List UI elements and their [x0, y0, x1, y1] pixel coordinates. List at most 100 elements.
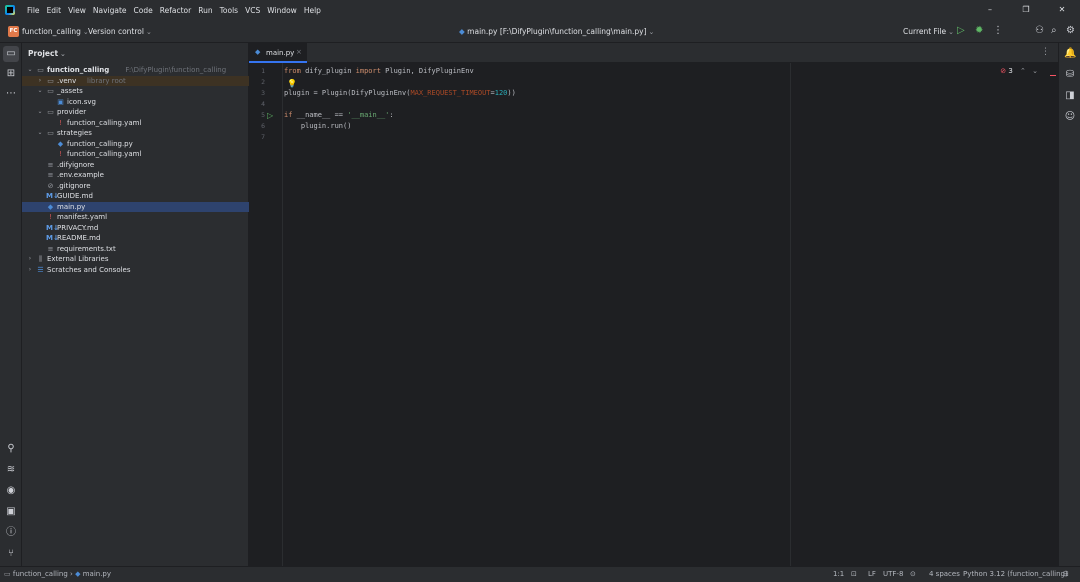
tree-item[interactable]: ! manifest.yaml: [22, 212, 249, 223]
git-icon[interactable]: ⑂: [5, 548, 17, 560]
menu-tools[interactable]: Tools: [220, 6, 238, 15]
read-only-toggle-icon[interactable]: ⊡: [851, 570, 857, 578]
more-actions-icon[interactable]: ⋮: [993, 25, 1003, 37]
error-stripe-mark[interactable]: [1050, 75, 1056, 76]
menu-code[interactable]: Code: [134, 6, 153, 15]
tree-item[interactable]: › ☰ Scratches and Consoles: [22, 265, 249, 276]
tree-item[interactable]: ▣ icon.svg: [22, 97, 249, 108]
vcs-selector[interactable]: Version control ⌄: [88, 27, 152, 36]
tree-item[interactable]: M↓ README.md: [22, 233, 249, 244]
app-logo-icon[interactable]: [5, 5, 15, 15]
copilot-icon[interactable]: ☺: [1064, 111, 1076, 123]
run-tool-icon[interactable]: ◉: [5, 485, 17, 497]
search-icon[interactable]: ⌕: [1051, 25, 1057, 37]
menu-file[interactable]: File: [27, 6, 40, 15]
tree-item[interactable]: ! function_calling.yaml: [22, 118, 249, 129]
tree-item[interactable]: ≡ requirements.txt: [22, 244, 249, 255]
line-number: 4: [261, 100, 265, 108]
code-line-5: if __name__ == '__main__':: [284, 111, 394, 119]
tree-item[interactable]: M↓ PRIVACY.md: [22, 223, 249, 234]
editorconfig-icon[interactable]: ⊙: [910, 570, 916, 578]
terminal-icon[interactable]: ▣: [5, 506, 17, 518]
tree-item[interactable]: M↓ GUIDE.md: [22, 191, 249, 202]
tree-item[interactable]: ⌄ ▭ _assets: [22, 86, 249, 97]
markdown-file-icon: M↓: [46, 223, 59, 232]
folder-icon: ▭: [47, 76, 54, 85]
line-number: 6: [261, 122, 265, 130]
structure-icon[interactable]: ⊞: [5, 68, 17, 80]
tree-item[interactable]: ◆ main.py: [22, 201, 249, 212]
main-menu: File Edit View Navigate Code Refactor Ru…: [27, 6, 321, 15]
menu-view[interactable]: View: [68, 6, 86, 15]
tree-item-label: function_calling.yaml: [67, 150, 142, 158]
menu-window[interactable]: Window: [267, 6, 297, 15]
line-number: 1: [261, 67, 265, 75]
tree-item[interactable]: ⌄ ▭ function_calling F:\DifyPlugin\function…: [22, 65, 249, 76]
chevron-down-icon[interactable]: ⌄: [26, 65, 34, 76]
project-selector[interactable]: function_calling ⌄: [22, 27, 89, 36]
user-icon[interactable]: ⚇: [1035, 25, 1044, 37]
next-error-icon[interactable]: ⌄: [1032, 67, 1038, 75]
code-editor[interactable]: 1 2 3 4 5 6 7 ▷ 💡 from dify_plugin impor…: [249, 63, 1058, 566]
chevron-down-icon[interactable]: ⌄: [36, 107, 44, 118]
python-interpreter[interactable]: Python 3.12 (function_calling): [963, 570, 1068, 578]
close-tab-icon[interactable]: ×: [296, 48, 302, 56]
lock-icon[interactable]: ⊟: [1063, 570, 1069, 578]
tree-item[interactable]: ⌄ ▭ provider: [22, 107, 249, 118]
menu-help[interactable]: Help: [304, 6, 321, 15]
minimize-button[interactable]: –: [972, 0, 1008, 20]
chevron-down-icon[interactable]: ⌄: [36, 128, 44, 139]
menu-vcs[interactable]: VCS: [245, 6, 260, 15]
tree-item-label: main.py: [57, 202, 86, 211]
chevron-right-icon[interactable]: ›: [36, 76, 44, 87]
project-folder-icon[interactable]: ▭: [3, 46, 19, 62]
run-config-selector[interactable]: Current File ⌄: [903, 27, 954, 36]
line-ending[interactable]: LF: [868, 570, 876, 578]
more-tools-icon[interactable]: ⋯: [5, 88, 17, 100]
close-window-button[interactable]: ✕: [1044, 0, 1080, 20]
tree-item[interactable]: ⊘ .gitignore: [22, 181, 249, 192]
tree-item-label: .difyignore: [57, 160, 95, 169]
maximize-button[interactable]: ❐: [1008, 0, 1044, 20]
tree-item[interactable]: ! function_calling.yaml: [22, 149, 249, 160]
project-panel-header[interactable]: Project ⌄: [28, 49, 66, 58]
error-bulb-icon[interactable]: 💡: [287, 79, 297, 88]
tree-item[interactable]: › ⫼ External Libraries: [22, 254, 249, 265]
ai-assistant-icon[interactable]: ◨: [1064, 90, 1076, 102]
problems-icon[interactable]: ⓘ: [5, 527, 17, 539]
tree-item-label: strategies: [57, 129, 92, 137]
tab-options-icon[interactable]: ⋮: [1041, 47, 1050, 57]
breadcrumb-project[interactable]: function_calling: [13, 570, 68, 578]
layers-icon[interactable]: ≋: [5, 464, 17, 476]
tree-item-label: manifest.yaml: [57, 213, 108, 221]
python-packages-icon[interactable]: ⚲: [5, 443, 17, 455]
indent-setting[interactable]: 4 spaces: [929, 570, 960, 578]
tab-main-py[interactable]: ◆ main.py ×: [249, 43, 307, 63]
tree-item[interactable]: › ▭ .venv library root: [22, 75, 249, 87]
run-gutter-icon[interactable]: ▷: [267, 111, 273, 120]
run-icon[interactable]: ▷: [957, 25, 965, 37]
menu-run[interactable]: Run: [198, 6, 212, 15]
debug-icon[interactable]: ✹: [975, 25, 983, 37]
menu-refactor[interactable]: Refactor: [160, 6, 191, 15]
error-indicator[interactable]: ⊘ 3 ⌃ ⌄: [1000, 67, 1038, 75]
previous-error-icon[interactable]: ⌃: [1020, 67, 1026, 75]
tree-item[interactable]: ≡ .env.example: [22, 170, 249, 181]
project-badge[interactable]: FC: [8, 26, 19, 37]
chevron-right-icon[interactable]: ›: [26, 254, 34, 265]
tree-item[interactable]: ◆ function_calling.py: [22, 139, 249, 150]
database-icon[interactable]: ⛁: [1064, 69, 1076, 81]
python-file-icon: ◆: [75, 570, 81, 578]
file-title[interactable]: ◆ main.py [F:\DifyPlugin\function_callin…: [459, 27, 654, 36]
breadcrumb-file[interactable]: main.py: [83, 570, 111, 578]
menu-edit[interactable]: Edit: [47, 6, 62, 15]
settings-icon[interactable]: ⚙: [1066, 25, 1075, 37]
tree-item[interactable]: ⌄ ▭ strategies: [22, 128, 249, 139]
tree-item[interactable]: ≡ .difyignore: [22, 160, 249, 171]
notifications-icon[interactable]: 🔔: [1064, 48, 1076, 60]
chevron-right-icon[interactable]: ›: [26, 265, 34, 276]
caret-position[interactable]: 1:1: [833, 570, 844, 578]
file-encoding[interactable]: UTF-8: [883, 570, 903, 578]
chevron-down-icon[interactable]: ⌄: [36, 86, 44, 97]
menu-navigate[interactable]: Navigate: [93, 6, 127, 15]
